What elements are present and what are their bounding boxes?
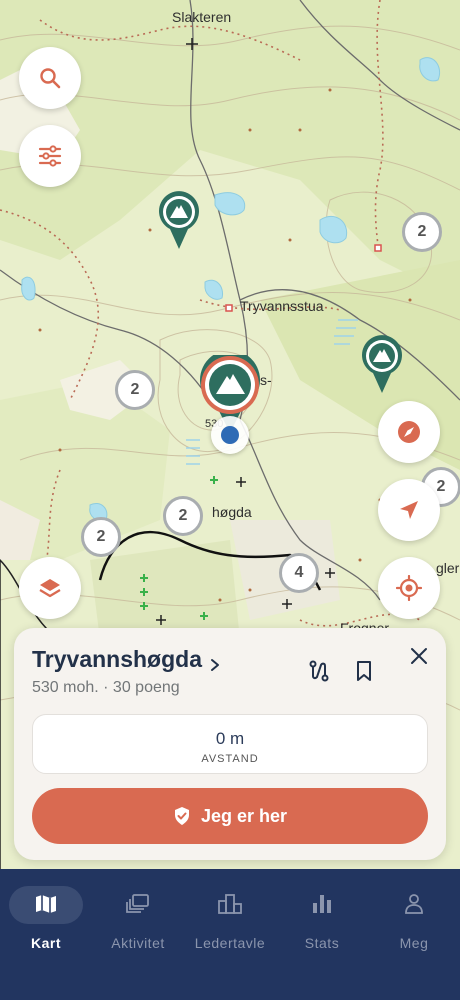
shield-check-icon (174, 807, 189, 825)
bookmark-icon (357, 661, 371, 681)
search-icon (40, 68, 61, 89)
chevron-right-icon[interactable] (210, 658, 220, 677)
leaderboard-icon (218, 894, 242, 914)
tab-label: Meg (399, 935, 429, 951)
person-icon (405, 894, 423, 914)
checkin-button[interactable]: Jeg er her (32, 788, 428, 844)
map-label-hogda: høgda (212, 504, 252, 520)
map-label-s: s- (260, 372, 272, 388)
tab-label: Stats (304, 935, 340, 951)
navigate-button[interactable] (378, 479, 440, 541)
tab-label: Aktivitet (111, 935, 165, 951)
tab-ledertavle[interactable]: Ledertavle (184, 887, 276, 957)
tab-label: Ledertavle (194, 935, 266, 951)
mountain-icon (362, 335, 402, 393)
user-location-dot (211, 416, 249, 454)
map-cluster[interactable]: 4 (279, 553, 319, 593)
tab-meg[interactable]: Meg (368, 887, 460, 957)
tab-aktivitet[interactable]: Aktivitet (92, 887, 184, 957)
peak-pin[interactable] (158, 191, 200, 256)
bottom-tab-bar: Kart Aktivitet Ledertavle Stats Meg (0, 869, 460, 1000)
distance-value: 0 m (215, 729, 245, 748)
distance-label: AVSTAND (201, 753, 259, 765)
place-detail-card: Tryvannshøgda 530 moh. · 30 poeng 0 m AV… (14, 628, 446, 860)
map-cluster[interactable]: 2 (115, 370, 155, 410)
route-icon (309, 660, 329, 682)
map-label-slakteren: Slakteren (172, 9, 232, 25)
my-location-button[interactable] (378, 557, 440, 619)
map-cluster[interactable]: 2 (81, 517, 121, 557)
compass-button[interactable] (378, 401, 440, 463)
tab-label: Kart (30, 935, 61, 951)
place-meta: 530 moh. · 30 poeng (32, 679, 180, 696)
crosshair-icon (396, 575, 422, 601)
bookmark-button[interactable] (349, 656, 379, 686)
close-button[interactable] (404, 641, 434, 671)
sliders-icon (38, 145, 62, 167)
tab-kart[interactable]: Kart (0, 886, 92, 957)
peak-pin[interactable] (361, 335, 403, 400)
search-button[interactable] (19, 47, 81, 109)
map-layers-button[interactable] (19, 557, 81, 619)
place-title[interactable]: Tryvannshøgda (32, 646, 202, 673)
navigation-arrow-icon (400, 501, 418, 519)
tab-stats[interactable]: Stats (276, 887, 368, 957)
mountain-icon (159, 191, 199, 249)
route-button[interactable] (304, 656, 334, 686)
map-cluster[interactable]: 2 (402, 212, 442, 252)
stats-icon (313, 895, 331, 913)
map-icon (36, 895, 56, 913)
close-icon (411, 648, 427, 664)
checkin-label: Jeg er her (200, 805, 288, 826)
activity-icon (126, 894, 149, 913)
map-label-gler: gler (436, 560, 460, 576)
compass-icon (398, 421, 420, 443)
map-label-tryvannsstua: Tryvannsstua (240, 298, 324, 314)
filter-button[interactable] (19, 125, 81, 187)
distance-box: 0 m AVSTAND (32, 714, 428, 774)
map-cluster[interactable]: 2 (163, 496, 203, 536)
layers-icon (39, 579, 61, 598)
